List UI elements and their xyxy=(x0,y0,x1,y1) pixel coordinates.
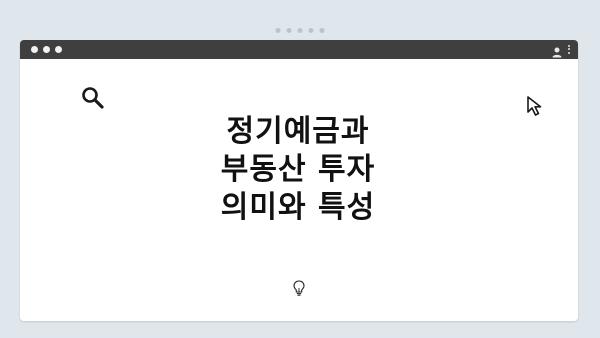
tab-dot xyxy=(286,28,292,33)
tab-dot xyxy=(308,28,314,33)
window-titlebar xyxy=(20,40,578,59)
kebab-menu-icon[interactable] xyxy=(568,44,570,54)
close-button[interactable] xyxy=(31,46,38,53)
title-line: 의미와 특성 xyxy=(220,190,376,225)
tab-dot xyxy=(319,28,325,33)
lightbulb-icon xyxy=(292,279,306,297)
page-title: 정기예금과 부동산 투자 의미와 특성 xyxy=(178,113,418,227)
browser-window: 정기예금과 부동산 투자 의미와 특성 xyxy=(20,40,578,321)
title-line: 부동산 투자 xyxy=(220,152,376,187)
search-icon xyxy=(80,85,106,111)
window-controls xyxy=(31,46,62,53)
tab-indicator-dots xyxy=(275,28,325,33)
titlebar-actions xyxy=(552,43,570,58)
tab-dot xyxy=(297,28,303,33)
title-line: 정기예금과 xyxy=(226,114,370,149)
page-content: 정기예금과 부동산 투자 의미와 특성 xyxy=(20,59,578,321)
user-icon[interactable] xyxy=(552,43,562,58)
minimize-button[interactable] xyxy=(43,46,50,53)
tab-dot xyxy=(275,28,281,33)
maximize-button[interactable] xyxy=(55,46,62,53)
cursor-arrow-icon xyxy=(525,94,547,118)
